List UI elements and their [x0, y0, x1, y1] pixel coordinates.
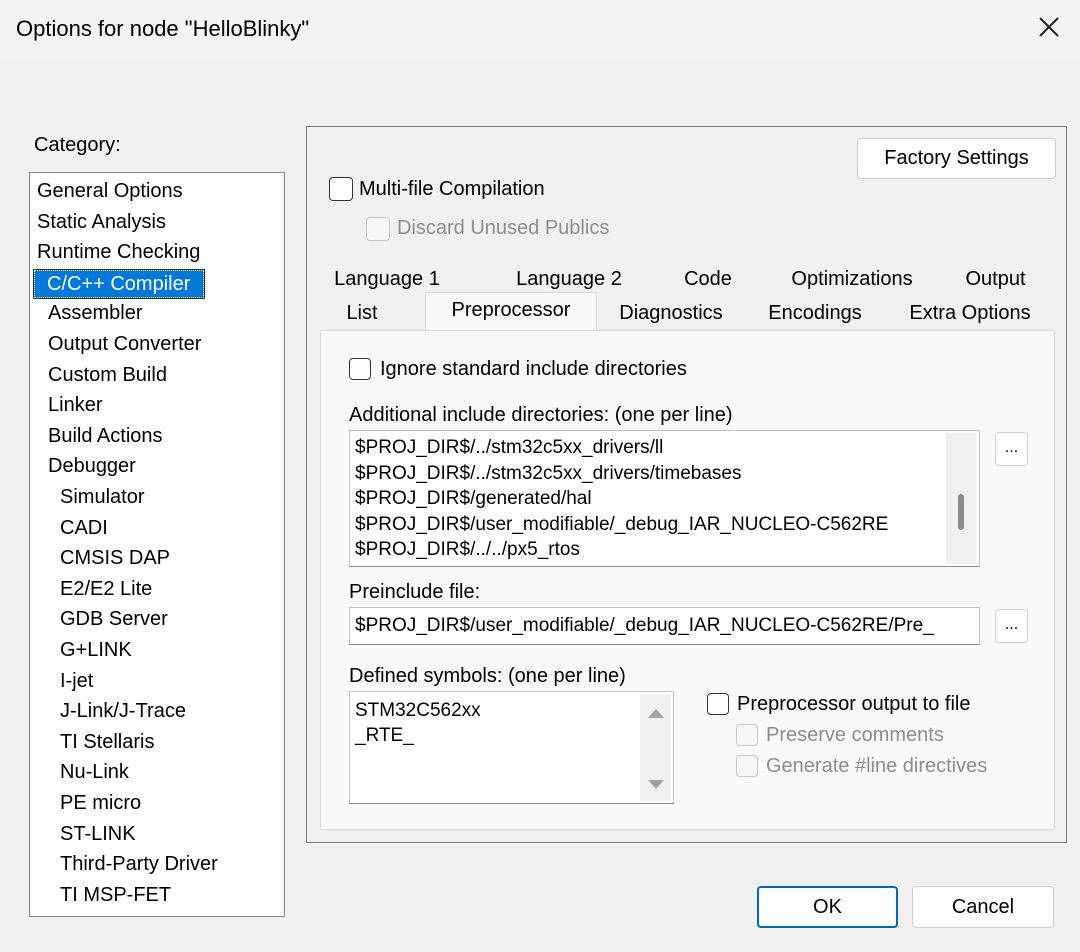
tab-diagnostics[interactable]: Diagnostics — [597, 296, 745, 330]
tab-extra-options[interactable]: Extra Options — [885, 296, 1055, 330]
category-item[interactable]: Simulator — [60, 483, 144, 511]
include-dir-line: $PROJ_DIR$/../stm32c5xx_drivers/timebase… — [355, 462, 742, 484]
category-item[interactable]: Nu-Link — [60, 758, 129, 786]
tab-output[interactable]: Output — [937, 262, 1054, 296]
preinclude-label: Preinclude file: — [349, 581, 481, 603]
symbol-line: STM32C562xx — [355, 700, 481, 721]
category-item[interactable]: GDB Server — [60, 605, 168, 633]
category-item[interactable]: PE micro — [60, 789, 141, 817]
category-item[interactable]: CADI — [60, 514, 108, 542]
include-dir-line: $PROJ_DIR$/../stm32c5xx_drivers/ll — [355, 437, 664, 458]
category-label: Category: — [34, 134, 121, 156]
category-item[interactable]: Build Actions — [48, 422, 163, 450]
category-item[interactable]: Linker — [48, 391, 102, 419]
preinclude-browse-button[interactable]: ... — [995, 609, 1028, 643]
include-browse-button[interactable]: ... — [995, 432, 1028, 466]
category-item[interactable]: Output Converter — [48, 330, 201, 358]
category-item[interactable]: Assembler — [48, 299, 142, 327]
category-item[interactable]: TI MSP-FET — [60, 881, 171, 909]
tab-language-1[interactable]: Language 1 — [322, 262, 452, 296]
cancel-button[interactable]: Cancel — [912, 886, 1054, 928]
tab-list[interactable]: List — [322, 296, 402, 330]
ignore-std-label: Ignore standard include directories — [380, 358, 687, 380]
preserve-comments-checkbox[interactable] — [736, 724, 758, 746]
ignore-std-checkbox[interactable] — [349, 358, 371, 380]
symbols-textarea[interactable]: STM32C562xx _RTE_ — [349, 691, 674, 804]
tab-optimizations[interactable]: Optimizations — [764, 262, 940, 296]
symbols-scrollbar[interactable] — [640, 694, 671, 801]
preserve-comments-label: Preserve comments — [766, 724, 944, 746]
discard-unused-checkbox[interactable] — [366, 217, 390, 241]
category-item[interactable]: C/C++ Compiler — [33, 268, 206, 299]
preinclude-value: $PROJ_DIR$/user_modifiable/_debug_IAR_NU… — [355, 615, 934, 636]
generate-line-label: Generate #line directives — [766, 755, 988, 777]
category-item[interactable]: Custom Build — [48, 361, 167, 389]
scroll-up-icon[interactable] — [646, 706, 666, 720]
output-to-file-label: Preprocessor output to file — [737, 693, 971, 715]
category-item[interactable]: E2/E2 Lite — [60, 575, 152, 603]
category-item[interactable]: ST-LINK — [60, 820, 136, 848]
multi-file-checkbox[interactable] — [329, 177, 353, 201]
category-item[interactable]: CMSIS DAP — [60, 544, 170, 572]
category-item[interactable]: G+LINK — [60, 636, 132, 664]
category-list[interactable]: General Options Static Analysis Runtime Ch… — [29, 172, 285, 917]
category-item[interactable]: J-Link/J-Trace — [60, 697, 186, 725]
tab-language-2[interactable]: Language 2 — [485, 262, 653, 296]
include-dirs-label: Additional include directories: (one per… — [349, 404, 733, 426]
include-dir-line: $PROJ_DIR$/../../px5_rtos — [355, 539, 580, 560]
multi-file-label: Multi-file Compilation — [359, 178, 545, 200]
scroll-down-icon[interactable] — [646, 778, 666, 792]
discard-unused-label: Discard Unused Publics — [397, 217, 610, 239]
close-icon[interactable] — [1030, 8, 1068, 46]
tab-preprocessor[interactable]: Preprocessor — [425, 292, 597, 332]
factory-settings-button[interactable]: Factory Settings — [857, 138, 1056, 179]
tab-encodings[interactable]: Encodings — [745, 296, 885, 330]
category-item[interactable]: Third-Party Driver — [60, 850, 218, 878]
generate-line-checkbox[interactable] — [736, 755, 758, 777]
output-to-file-checkbox[interactable] — [707, 693, 729, 715]
preinclude-field[interactable]: $PROJ_DIR$/user_modifiable/_debug_IAR_NU… — [349, 607, 980, 645]
include-dir-line: $PROJ_DIR$/user_modifiable/_debug_IAR_NU… — [355, 513, 889, 535]
include-dirs-textarea[interactable]: $PROJ_DIR$/../stm32c5xx_drivers/ll $PROJ_… — [349, 430, 980, 567]
category-item[interactable]: Static Analysis — [37, 208, 166, 236]
category-item[interactable]: Runtime Checking — [37, 238, 200, 266]
include-dir-line: $PROJ_DIR$/generated/hal — [355, 488, 592, 509]
category-item[interactable]: General Options — [37, 177, 183, 205]
category-scrollbar[interactable] — [282, 175, 284, 914]
include-scrollbar-thumb[interactable] — [958, 494, 964, 530]
category-item[interactable]: I-jet — [60, 667, 93, 695]
tab-code[interactable]: Code — [652, 262, 764, 296]
category-item[interactable]: Debugger — [48, 452, 136, 480]
window-title: Options for node "HelloBlinky" — [16, 16, 310, 41]
symbol-line: _RTE_ — [355, 725, 414, 746]
category-item[interactable]: TI Stellaris — [60, 728, 154, 756]
symbols-label: Defined symbols: (one per line) — [349, 665, 626, 687]
ok-button[interactable]: OK — [757, 886, 898, 928]
